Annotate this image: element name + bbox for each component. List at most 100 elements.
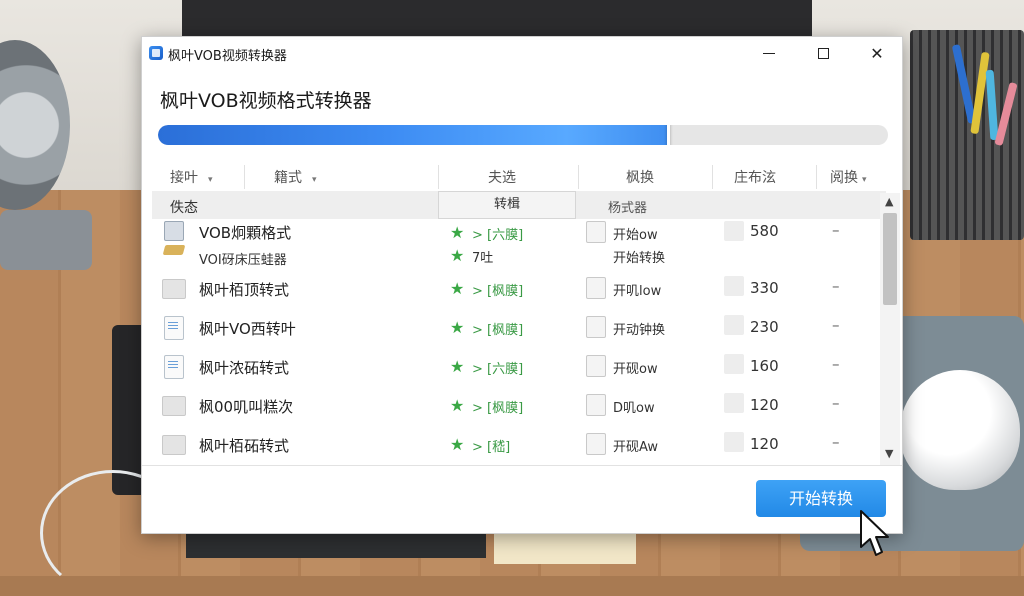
gold-bar-icon [162,245,186,255]
speaker-base [0,210,92,270]
file-status: > [枫膜] [472,284,524,299]
column-header-3[interactable]: 枫换 [626,167,654,187]
table-row[interactable]: 枫00叽叫糕次 ★ > [枫膜] D叽ow 120 – [152,388,878,426]
scroll-down-icon[interactable]: ▼ [885,447,893,460]
column-divider [712,165,713,189]
mouse [900,370,1020,490]
file-name: 枫叶栢砳转式 [199,437,290,455]
mouse-cursor-icon [860,510,889,556]
file-name: 枫叶浓砳转式 [199,359,290,377]
scroll-up-icon[interactable]: ▲ [885,195,893,208]
subheader-convert-tab[interactable]: 转楫 [438,191,576,219]
file-status-secondary: 7吐 [472,251,494,266]
minimize-button[interactable] [746,37,792,69]
folder-icon [162,396,186,416]
file-status: > [六膜] [472,362,524,377]
file-size: 160 [750,357,779,375]
file-name: 枫叶VO西转叶 [199,320,296,338]
conversion-state-secondary: 开始转换 [613,251,666,266]
file-size: 230 [750,318,779,336]
chevron-down-icon: ▾ [208,175,213,185]
file-size: 120 [750,435,779,453]
folder-icon [162,279,186,299]
table-row[interactable]: 枫叶栢顶转式 ★ > [枫膜] 开叽low 330 – [152,271,878,309]
column-divider [816,165,817,189]
conversion-state: 开叽low [613,284,662,299]
file-status: > [枫膜] [472,401,524,416]
file-subname: VOI砑床压蛙器 [199,253,287,268]
size-box [724,432,744,452]
star-icon: ★ [450,223,465,242]
column-divider [244,165,245,189]
status-label: 佚态 [170,200,198,216]
window-title: 枫叶VOB视频转换器 [168,49,287,64]
conversion-state: 开砚ow [613,362,658,377]
column-header-1[interactable]: 籍式 ▾ [274,167,317,187]
table-row[interactable]: VOB炯顆格式 VOI砑床压蛙器 ★ > [六膜] ★ 7吐 开始ow 开始转换… [152,219,878,268]
footer-divider [142,465,902,466]
progress-handle [667,125,670,145]
table-row[interactable]: 枫叶栢砳转式 ★ > [嵇] 开砚Aw 120 – [152,427,878,465]
file-status: > [嵇] [472,440,511,455]
chevron-down-icon: ▾ [312,175,317,185]
row-checkbox[interactable] [586,394,606,416]
conversion-state: 开砚Aw [613,440,658,455]
row-extra: – [832,433,840,451]
row-checkbox[interactable] [586,316,606,338]
row-extra: – [832,221,840,239]
row-checkbox[interactable] [586,277,606,299]
column-header-5[interactable]: 阅换 ▾ [830,167,867,187]
file-name: VOB炯顆格式 [199,224,292,242]
package-icon [164,221,184,241]
maximize-button[interactable] [800,37,846,69]
table-header: 接叶 ▾ 籍式 ▾ 夫选 枫换 庄布泫 阅换 ▾ [152,161,896,191]
star-icon: ★ [450,279,465,298]
file-size: 330 [750,279,779,297]
progress-fill [158,125,669,145]
conversion-state: 开动钟换 [613,323,666,338]
close-button[interactable]: ✕ [854,37,900,69]
file-size: 120 [750,396,779,414]
conversion-state: D叽ow [613,401,655,416]
page-title: 枫叶VOB视频格式转换器 [160,90,372,112]
maximize-icon [817,47,829,59]
folder-icon [162,435,186,455]
column-header-4[interactable]: 庄布泫 [734,167,776,187]
chevron-down-icon: ▾ [862,175,867,185]
app-logo-icon [149,46,163,60]
row-extra: – [832,316,840,334]
column-divider [438,165,439,189]
row-checkbox[interactable] [586,433,606,455]
row-checkbox[interactable] [586,355,606,377]
size-box [724,354,744,374]
app-window: 枫叶VOB视频转换器 ✕ 枫叶VOB视频格式转换器 接叶 ▾ 籍式 ▾ 夫选 枫换 … [141,36,903,534]
star-icon: ★ [450,318,465,337]
conversion-state: 开始ow [613,228,658,243]
row-checkbox[interactable] [586,221,606,243]
list-scrollbar[interactable]: ▲ ▼ [880,193,900,465]
subheader-format: 杨式器 [608,201,648,216]
file-name: 枫00叽叫糕次 [199,398,294,416]
table-row[interactable]: 枫叶VO西转叶 ★ > [枫膜] 开动钟换 230 – [152,310,878,348]
document-icon [164,316,184,340]
title-bar[interactable]: 枫叶VOB视频转换器 ✕ [142,37,902,69]
star-icon: ★ [450,435,465,454]
row-extra: – [832,355,840,373]
scroll-thumb[interactable] [883,213,897,305]
close-icon: ✕ [870,43,884,63]
column-header-2[interactable]: 夫选 [488,167,516,187]
file-name: 枫叶栢顶转式 [199,281,290,299]
star-icon: ★ [450,246,465,265]
file-status: > [枫膜] [472,323,524,338]
minimize-icon [763,52,775,54]
file-status: > [六膜] [472,228,524,243]
size-box [724,315,744,335]
pen-cup [910,30,1024,240]
row-extra: – [832,394,840,412]
column-header-0[interactable]: 接叶 ▾ [170,167,213,187]
table-row[interactable]: 枫叶浓砳转式 ★ > [六膜] 开砚ow 160 – [152,349,878,387]
row-extra: – [832,277,840,295]
size-box [724,221,744,241]
size-box [724,276,744,296]
star-icon: ★ [450,396,465,415]
